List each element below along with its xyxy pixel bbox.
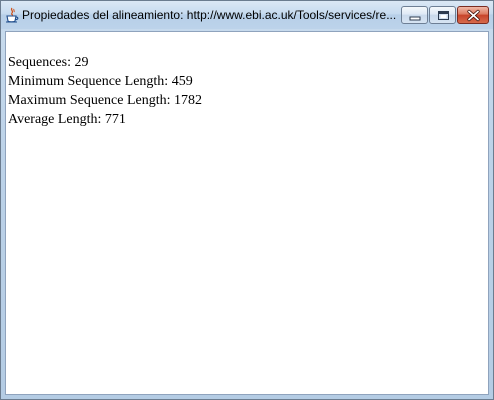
average-length: Average Length: 771 [8,112,126,127]
maximize-button[interactable] [429,6,456,24]
close-icon [467,9,480,22]
java-app-icon[interactable] [5,7,19,23]
title-bar[interactable]: Propiedades del alineamiento: http://www… [1,1,493,29]
window-title: Propiedades del alineamiento: http://www… [22,8,397,22]
properties-panel: Sequences: 29 Minimum Sequence Length: 4… [5,31,489,395]
max-sequence-length: Maximum Sequence Length: 1782 [8,93,203,108]
alignment-properties-window: Propiedades del alineamiento: http://www… [0,0,494,400]
sequences-count: Sequences: 29 [8,55,89,70]
maximize-icon [438,11,449,20]
min-sequence-length: Minimum Sequence Length: 459 [8,74,193,89]
minimize-icon [409,16,421,21]
properties-text: Sequences: 29 Minimum Sequence Length: 4… [8,53,202,129]
close-button[interactable] [457,6,489,24]
minimize-button[interactable] [401,6,428,24]
